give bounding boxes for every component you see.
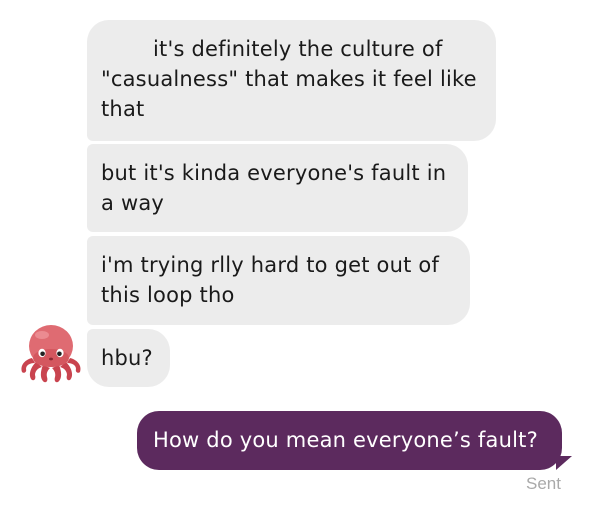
received-message-bubble[interactable]: but it's kinda everyone's fault in a way (87, 144, 468, 232)
octopus-icon[interactable] (18, 322, 84, 384)
delivery-status: Sent (526, 474, 561, 493)
received-message-bubble[interactable]: hbu? (87, 329, 170, 387)
chat-thread: it's definitely the culture of "casualne… (0, 0, 600, 505)
sent-message-bubble[interactable]: How do you mean everyone’s fault? (137, 411, 562, 470)
received-message-bubble[interactable]: i'm trying rlly hard to get out of this … (87, 236, 470, 325)
received-message-bubble[interactable]: it's definitely the culture of "casualne… (87, 20, 496, 141)
sent-bubble-tail (556, 456, 572, 470)
